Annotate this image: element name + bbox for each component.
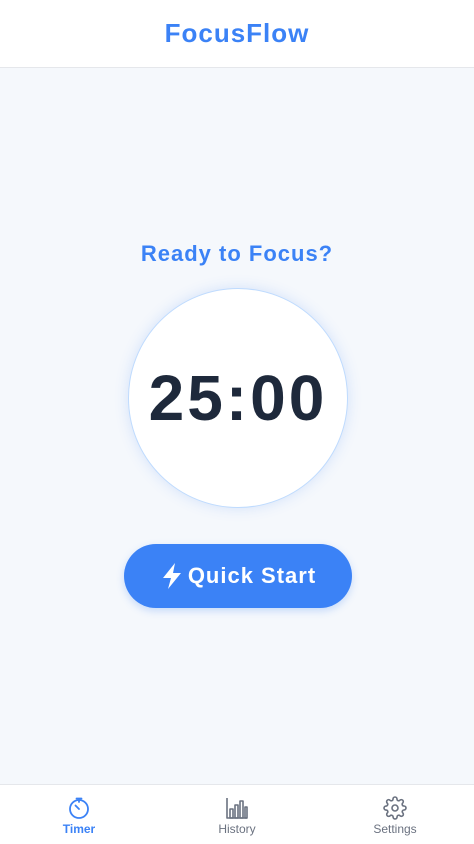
bottom-nav: Timer History Settings — [0, 784, 474, 844]
nav-label-timer: Timer — [62, 822, 96, 836]
nav-label-settings: Settings — [373, 822, 417, 836]
focus-prompt: Ready to Focus? — [140, 241, 334, 266]
app-title: FocusFlow — [164, 18, 310, 48]
bar-chart-icon — [226, 798, 248, 819]
top-header: FocusFlow — [0, 0, 474, 68]
quick-start-label: Quick Start — [187, 563, 317, 588]
app-root: FocusFlow Ready to Focus? 25:00 Quick St… — [0, 0, 474, 844]
nav-label-history: History — [218, 822, 256, 836]
gear-icon — [383, 796, 407, 820]
nav-item-settings[interactable]: Settings — [316, 785, 474, 844]
quick-start-button[interactable]: Quick Start — [124, 544, 352, 608]
nav-item-timer[interactable]: Timer — [0, 785, 158, 844]
timer-icon — [69, 797, 89, 819]
nav-item-history[interactable]: History — [158, 785, 316, 844]
lightning-bolt-icon — [162, 563, 181, 589]
timer-display: 25:00 — [128, 288, 348, 508]
timer-value: 25:00 — [148, 362, 328, 434]
